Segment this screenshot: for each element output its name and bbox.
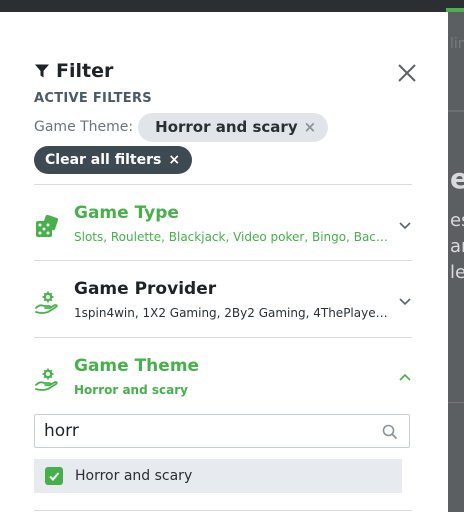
theme-option-label: Horror and scary — [75, 468, 193, 484]
active-filter-label: Game Theme: — [34, 119, 134, 135]
theme-search-box — [34, 414, 410, 448]
chevron-up-icon[interactable] — [398, 371, 412, 385]
hand-gear-icon — [35, 291, 58, 314]
chevron-down-icon[interactable] — [398, 294, 412, 308]
top-bar — [0, 0, 464, 12]
section-title: Game Type — [74, 203, 179, 223]
close-icon: × — [168, 152, 181, 168]
divider — [34, 510, 412, 511]
background-divider — [448, 402, 464, 403]
background-divider — [448, 110, 464, 112]
filter-title: Filter — [56, 60, 114, 82]
section-game-type[interactable]: Game Type Slots, Roulette, Blackjack, Vi… — [34, 200, 412, 260]
section-game-theme[interactable]: Game Theme Horror and scary — [34, 353, 412, 413]
section-title: Game Provider — [74, 279, 217, 299]
theme-option[interactable]: Horror and scary — [34, 459, 402, 493]
clear-all-label: Clear all filters — [45, 152, 162, 168]
active-filter-chip[interactable]: Horror and scary × — [138, 112, 329, 142]
background-text: le — [450, 262, 464, 283]
background-text: lin — [450, 36, 464, 52]
clear-all-filters-button[interactable]: Clear all filters × — [34, 146, 193, 174]
background-heading: e — [450, 162, 464, 195]
background-text: es — [450, 210, 464, 231]
chevron-down-icon[interactable] — [398, 218, 412, 232]
search-icon[interactable] — [382, 424, 398, 440]
section-summary: Horror and scary — [74, 383, 188, 397]
chip-remove-icon[interactable]: × — [304, 118, 317, 136]
background-text: ar — [450, 236, 464, 257]
divider — [34, 184, 412, 185]
section-summary: Slots, Roulette, Blackjack, Video poker,… — [74, 230, 390, 244]
section-summary: 1spin4win, 1X2 Gaming, 2By2 Gaming, 4The… — [74, 306, 390, 320]
hand-gear-icon — [35, 368, 58, 391]
checkmark-icon — [49, 472, 60, 481]
divider — [34, 260, 412, 261]
filter-panel: Filter ACTIVE FILTERS Game Theme: Horror… — [0, 12, 448, 512]
active-filter-row: Game Theme: Horror and scary × — [34, 112, 329, 142]
dice-icon — [36, 214, 58, 237]
section-game-provider[interactable]: Game Provider 1spin4win, 1X2 Gaming, 2By… — [34, 276, 412, 336]
funnel-icon — [35, 64, 49, 78]
close-icon[interactable] — [396, 62, 418, 84]
background-page: lin e es ar le — [448, 12, 464, 512]
divider — [34, 337, 412, 338]
section-title: Game Theme — [74, 356, 200, 376]
active-filters-label: ACTIVE FILTERS — [34, 91, 152, 106]
filter-header: Filter — [34, 59, 113, 83]
active-filter-chip-label: Horror and scary — [155, 118, 298, 136]
checkbox-checked[interactable] — [45, 467, 63, 485]
theme-search-input[interactable] — [44, 420, 364, 442]
